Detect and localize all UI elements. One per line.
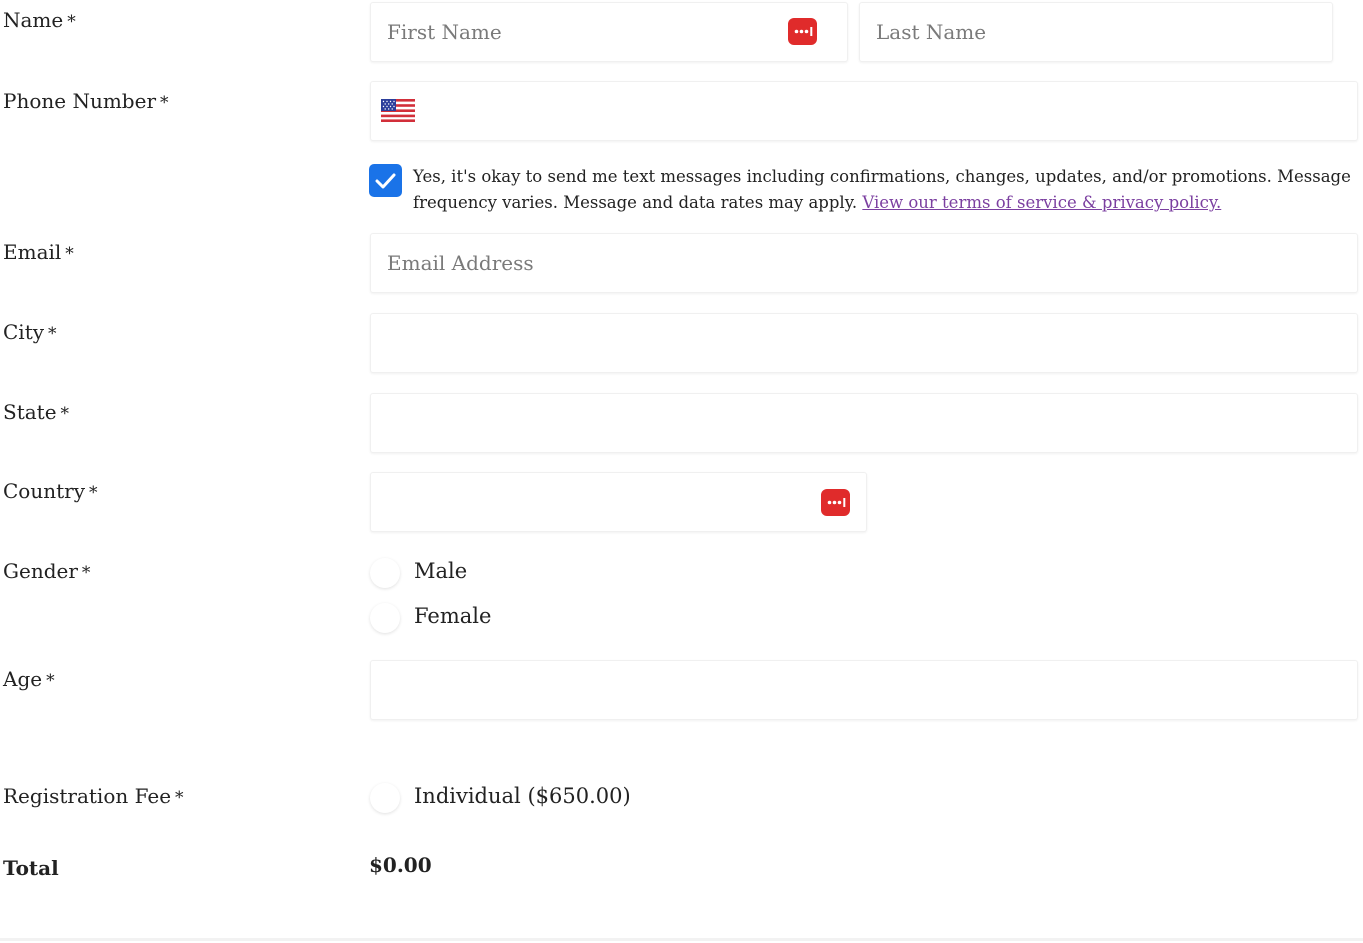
password-manager-icon[interactable]: [788, 18, 817, 45]
first-name-field[interactable]: [370, 2, 848, 62]
city-field[interactable]: [370, 313, 1358, 373]
phone-number-label: Phone Number *: [3, 89, 169, 113]
city-label: City *: [3, 320, 57, 344]
gender-female-label[interactable]: Female: [414, 604, 491, 628]
country-field[interactable]: [370, 472, 867, 532]
email-field[interactable]: [370, 233, 1358, 293]
gender-male-radio[interactable]: [370, 558, 400, 588]
phone-number-input[interactable]: [371, 82, 1357, 140]
us-flag-icon[interactable]: [381, 99, 415, 122]
age-input[interactable]: [371, 661, 1357, 719]
state-label: State *: [3, 400, 70, 424]
registration-fee-individual-radio[interactable]: [370, 783, 400, 813]
city-input[interactable]: [371, 314, 1357, 372]
gender-label: Gender *: [3, 559, 91, 583]
registration-fee-individual-label[interactable]: Individual ($650.00): [414, 784, 631, 808]
sms-consent-checkbox[interactable]: [369, 164, 402, 197]
password-manager-icon[interactable]: [821, 489, 850, 516]
age-label: Age *: [3, 667, 55, 691]
gender-female-radio[interactable]: [370, 603, 400, 633]
state-field[interactable]: [370, 393, 1358, 453]
total-value: $0.00: [369, 853, 432, 877]
terms-privacy-link[interactable]: View our terms of service & privacy poli…: [862, 193, 1221, 212]
divider: [0, 938, 1363, 941]
gender-male-label[interactable]: Male: [414, 559, 467, 583]
email-input[interactable]: [371, 234, 1357, 292]
registration-form: Name* Phone Number*: [0, 0, 1363, 943]
age-field[interactable]: [370, 660, 1358, 720]
sms-consent-text: Yes, it's okay to send me text messages …: [413, 164, 1358, 216]
last-name-input[interactable]: [860, 3, 1332, 61]
total-label: Total: [3, 856, 59, 880]
first-name-input[interactable]: [371, 3, 847, 61]
state-input[interactable]: [371, 394, 1357, 452]
checkmark-icon: [375, 173, 396, 189]
country-input[interactable]: [371, 473, 866, 531]
country-label: Country *: [3, 479, 98, 503]
phone-number-field[interactable]: [370, 81, 1358, 141]
email-label: Email *: [3, 240, 74, 264]
registration-fee-label: Registration Fee *: [3, 784, 184, 808]
last-name-field[interactable]: [859, 2, 1333, 62]
name-label: Name *: [3, 8, 76, 32]
